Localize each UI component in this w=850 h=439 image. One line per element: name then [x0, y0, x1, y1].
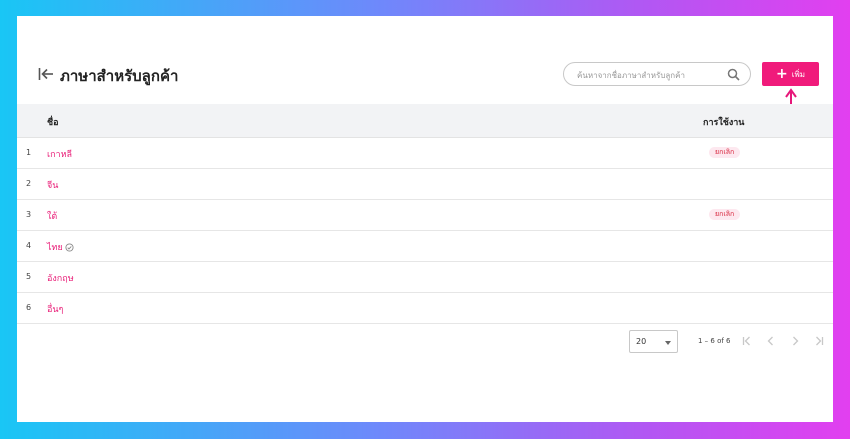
page-size-select[interactable]: 20	[629, 330, 678, 353]
table-header: ชื่อ การใช้งาน	[17, 104, 833, 138]
last-page-icon[interactable]	[813, 335, 825, 347]
page-title: ภาษาสำหรับลูกค้า	[60, 67, 179, 85]
table-row[interactable]: 3 ใต้ ยกเลิก	[17, 200, 833, 231]
search-input[interactable]: ค้นหาจากชื่อภาษาสำหรับลูกค้า	[563, 62, 751, 86]
row-index: 1	[26, 148, 32, 157]
row-name-link[interactable]: อังกฤษ	[47, 271, 74, 285]
status-badge: ยกเลิก	[709, 209, 741, 220]
row-name: จีน	[47, 181, 59, 191]
add-button-label: เพิ่ม	[791, 69, 805, 79]
column-header-name: ชื่อ	[47, 118, 59, 128]
row-name-link[interactable]: เกาหลี	[47, 147, 72, 161]
collapse-left-icon[interactable]	[38, 67, 54, 81]
row-name: ใต้	[47, 212, 58, 222]
row-name: ไทย	[47, 243, 63, 253]
row-name: เกาหลี	[47, 150, 73, 160]
row-name-link[interactable]: จีน	[47, 178, 58, 192]
row-name-link[interactable]: อื่นๆ	[47, 302, 63, 316]
content-panel: ภาษาสำหรับลูกค้า ค้นหาจากชื่อภาษาสำหรับล…	[17, 16, 833, 422]
plus-icon: +	[775, 66, 788, 82]
languages-table: ชื่อ การใช้งาน 1 เกาหลี ยกเลิก 2 จีน 3 ใ…	[17, 104, 833, 324]
search-placeholder: ค้นหาจากชื่อภาษาสำหรับลูกค้า	[577, 71, 685, 80]
chevron-down-icon	[665, 341, 671, 345]
row-index: 6	[26, 303, 32, 312]
table-row[interactable]: 5 อังกฤษ	[17, 262, 833, 293]
row-name: อังกฤษ	[47, 274, 74, 284]
row-index: 5	[26, 272, 32, 281]
pagination: 20 1 – 6 of 6	[17, 330, 833, 354]
row-index: 3	[26, 210, 32, 219]
table-row[interactable]: 4 ไทย	[17, 231, 833, 262]
row-name-link[interactable]: ไทย	[47, 240, 74, 254]
row-name-link[interactable]: ใต้	[47, 209, 57, 223]
add-button[interactable]: + เพิ่ม	[762, 62, 819, 86]
first-page-icon[interactable]	[741, 335, 753, 347]
table-row[interactable]: 2 จีน	[17, 169, 833, 200]
row-index: 4	[26, 241, 32, 250]
column-header-usage: การใช้งาน	[703, 118, 745, 128]
row-name: อื่นๆ	[47, 305, 64, 315]
row-index: 2	[26, 179, 32, 188]
status-badge: ยกเลิก	[709, 147, 741, 158]
table-row[interactable]: 6 อื่นๆ	[17, 293, 833, 324]
table-row[interactable]: 1 เกาหลี ยกเลิก	[17, 138, 833, 169]
page-header: ภาษาสำหรับลูกค้า ค้นหาจากชื่อภาษาสำหรับล…	[17, 16, 833, 104]
search-icon[interactable]	[727, 68, 740, 81]
page-size-value: 20	[636, 337, 647, 346]
check-circle-icon	[65, 242, 74, 252]
previous-page-icon[interactable]	[765, 335, 777, 347]
next-page-icon[interactable]	[789, 335, 801, 347]
page-range: 1 – 6 of 6	[698, 337, 731, 345]
